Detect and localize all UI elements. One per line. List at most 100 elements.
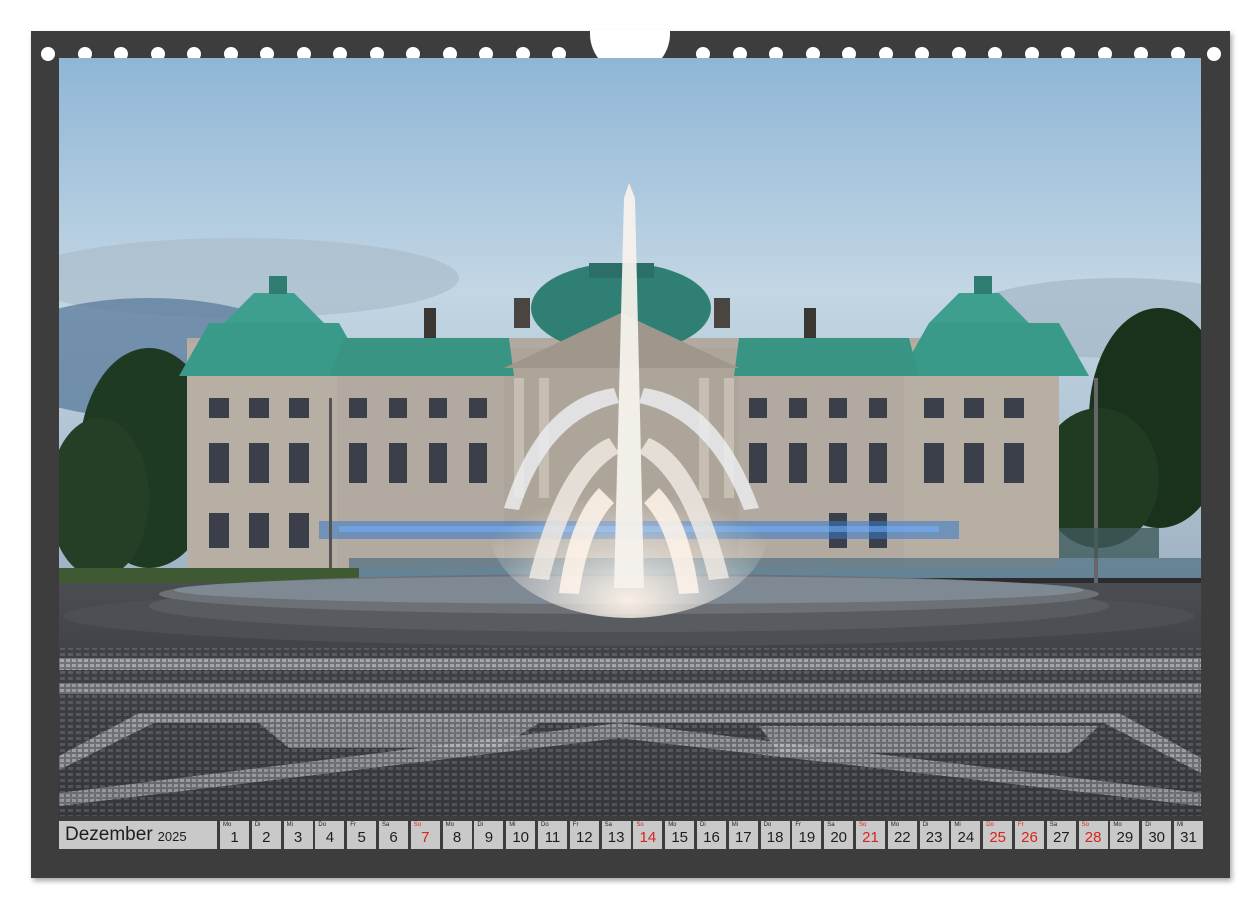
weekday-label: Mo	[668, 822, 677, 828]
weekday-label: Sa	[1049, 822, 1058, 828]
weekday-label: Sa	[382, 822, 390, 828]
day-number: 15	[671, 829, 689, 846]
day-number: 7	[421, 829, 430, 846]
weekday-label: Di	[922, 822, 929, 828]
day-number: 22	[893, 829, 911, 846]
calendar-photo	[59, 58, 1201, 816]
weekday-label: Fr	[795, 822, 802, 828]
day-cell: Mo 1	[220, 821, 249, 849]
day-cell: Mi 10	[506, 821, 536, 849]
weekday-label: Do	[763, 822, 772, 828]
weekday-label: Di	[1145, 822, 1151, 828]
weekday-label: So	[636, 822, 644, 828]
day-number: 11	[544, 829, 561, 846]
day-cell: Mi 24	[951, 821, 981, 849]
month-label-cell: Dezember 2025	[59, 821, 217, 849]
weekday-label: Mo	[1113, 822, 1122, 828]
weekday-label: Fr	[572, 822, 579, 828]
binding-hole	[1207, 47, 1221, 61]
day-number: 8	[452, 829, 462, 846]
weekday-label: Mi	[286, 822, 293, 828]
weekday-label: Mi	[1177, 822, 1184, 828]
day-number: 5	[357, 829, 366, 846]
day-cell: Fr 26	[1015, 821, 1044, 849]
day-cell: Mi 17	[728, 821, 758, 849]
weekday-label: So	[413, 822, 422, 828]
day-number: 19	[798, 829, 816, 846]
day-cell: Do 11	[538, 821, 567, 849]
weekday-label: Mo	[890, 822, 900, 828]
day-cell: Sa 6	[379, 821, 408, 849]
weekday-label: Do	[541, 822, 549, 828]
day-number: 25	[989, 829, 1007, 846]
weekday-label: So	[859, 822, 867, 828]
day-cell: Fr 12	[569, 821, 599, 849]
weekday-label: Di	[254, 822, 261, 828]
day-cell: Sa 20	[824, 821, 854, 849]
weekday-label: Mo	[223, 822, 232, 828]
day-number: 4	[325, 829, 335, 846]
day-cell: Di 9	[474, 821, 504, 849]
day-number: 13	[607, 829, 625, 846]
weekday-label: Di	[477, 822, 484, 828]
day-cell: So 21	[856, 821, 885, 849]
day-cell: Do 18	[760, 821, 790, 849]
day-number: 28	[1084, 829, 1102, 846]
day-number: 12	[575, 829, 593, 846]
day-number: 3	[293, 829, 303, 846]
day-cell: So 28	[1078, 821, 1108, 849]
day-cell: Do 25	[983, 821, 1013, 849]
day-number: 10	[512, 829, 530, 846]
day-number: 18	[766, 829, 784, 846]
day-number: 2	[262, 829, 271, 846]
day-number: 31	[1180, 829, 1197, 846]
day-cell: Mi 31	[1174, 821, 1203, 849]
weekday-label: Mi	[731, 822, 739, 828]
month-year: 2025	[157, 829, 187, 844]
weekday-label: Do	[986, 822, 994, 828]
day-number: 20	[830, 829, 848, 846]
weekday-label: Sa	[827, 822, 835, 828]
day-number: 21	[862, 829, 879, 846]
binding-hole	[41, 47, 55, 61]
day-number: 26	[1021, 829, 1038, 846]
day-cell: Sa 27	[1046, 821, 1076, 849]
day-cell: Di 30	[1142, 821, 1172, 849]
weekday-label: Fr	[350, 822, 356, 828]
day-cell: Sa 13	[601, 821, 631, 849]
day-number: 29	[1116, 829, 1134, 846]
day-cell: Fr 19	[792, 821, 822, 849]
day-number: 30	[1148, 829, 1166, 846]
weekday-label: Mo	[445, 822, 454, 828]
weekday-label: Do	[318, 822, 327, 828]
day-cell: Di 2	[251, 821, 281, 849]
day-cell: Mi 3	[283, 821, 313, 849]
weekday-label: Fr	[1018, 822, 1024, 828]
day-cell: Fr 5	[347, 821, 377, 849]
month-name: Dezember	[65, 824, 153, 845]
date-strip: Dezember 2025 Mo 1 Di 2 Mi 3 Do 4 Fr 5 Sa 6 So 7 Mo 8 Di…	[59, 821, 1203, 849]
day-number: 16	[703, 829, 720, 846]
day-number: 24	[957, 829, 975, 846]
day-cell: So 14	[633, 821, 663, 849]
wall-calendar-page: Dezember 2025 Mo 1 Di 2 Mi 3 Do 4 Fr 5 Sa 6 So 7 Mo 8 Di…	[31, 30, 1230, 878]
weekday-label: Mi	[954, 822, 961, 828]
day-cell: Mo 22	[887, 821, 917, 849]
day-number: 1	[230, 829, 239, 846]
day-number: 6	[389, 829, 398, 846]
day-cell: Mo 15	[665, 821, 695, 849]
weekday-label: Mi	[509, 822, 516, 828]
day-number: 23	[925, 829, 943, 846]
day-number: 14	[639, 829, 657, 846]
palace-fountain-photo	[59, 58, 1201, 816]
day-cell: Do 4	[315, 821, 345, 849]
day-number: 27	[1052, 829, 1070, 846]
weekday-label: Di	[700, 822, 706, 828]
day-number: 17	[734, 829, 752, 846]
weekday-label: Sa	[604, 822, 612, 828]
day-number: 9	[484, 829, 494, 846]
day-cell: Mo 8	[442, 821, 472, 849]
day-cell: So 7	[410, 821, 440, 849]
weekday-label: So	[1081, 822, 1089, 828]
day-cell: Mo 29	[1110, 821, 1140, 849]
